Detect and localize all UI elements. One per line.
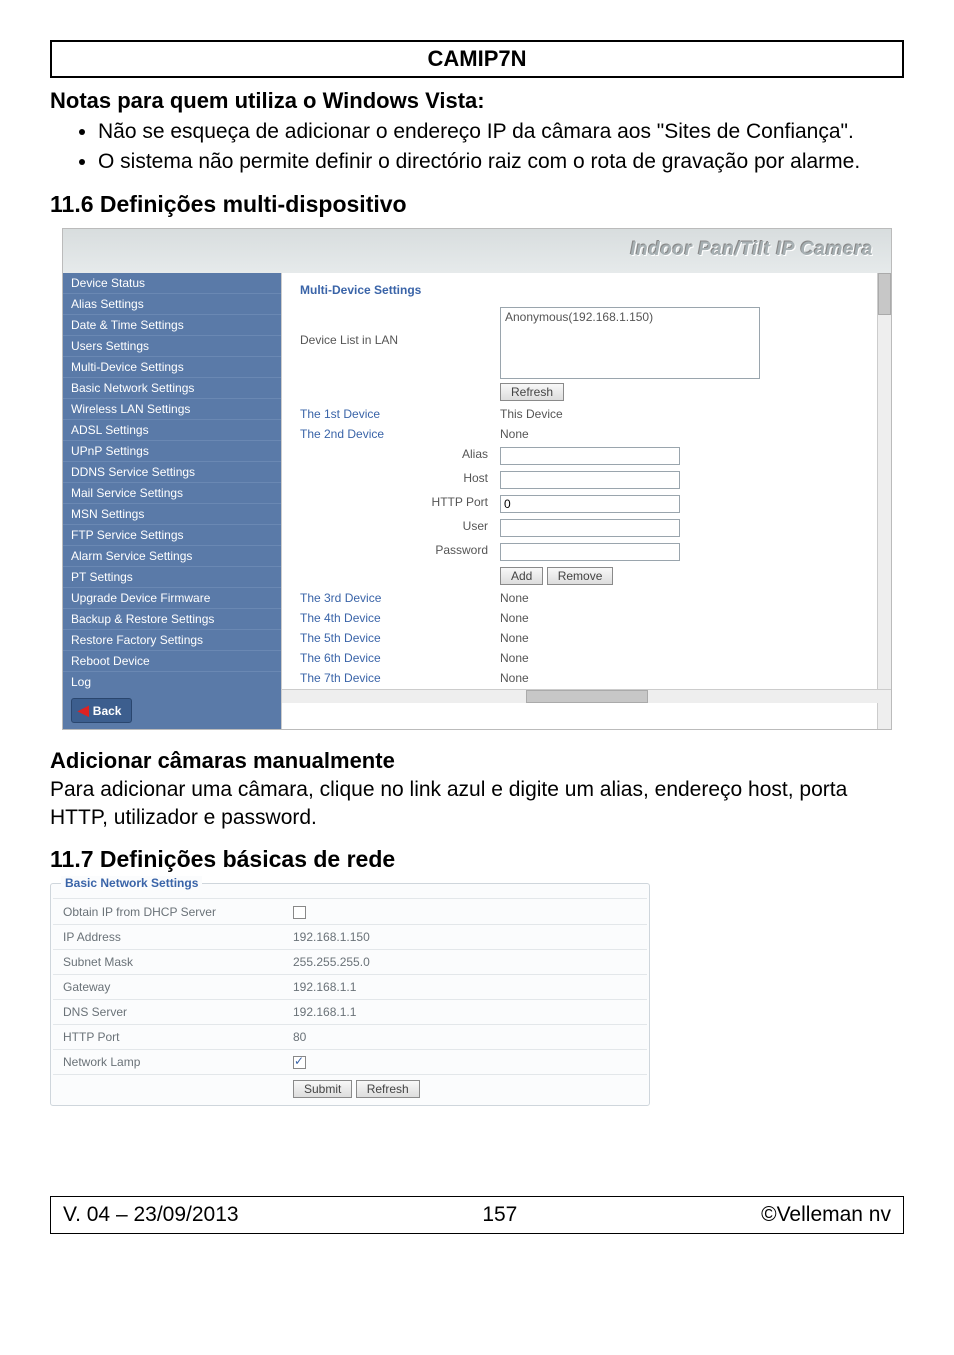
gateway-label: Gateway [53, 974, 283, 999]
lamp-label: Network Lamp [53, 1049, 283, 1074]
panel-title: Multi-Device Settings [296, 279, 877, 305]
dhcp-checkbox[interactable] [293, 906, 306, 919]
lan-list-item[interactable]: Anonymous(192.168.1.150) [505, 310, 653, 324]
multi-device-panel: Multi-Device Settings Device List in LAN… [281, 273, 891, 729]
second-device-value: None [496, 425, 877, 443]
sidebar-item-ddns[interactable]: DDNS Service Settings [63, 461, 281, 482]
sidebar-item-basic-network[interactable]: Basic Network Settings [63, 377, 281, 398]
dns-label: DNS Server [53, 999, 283, 1024]
sidebar-item-alias-settings[interactable]: Alias Settings [63, 293, 281, 314]
first-device-value: This Device [496, 405, 877, 423]
remove-button[interactable]: Remove [547, 567, 614, 585]
user-input[interactable] [500, 519, 680, 537]
page-title-box: CAMIP7N [50, 40, 904, 78]
screenshot-header: Indoor Pan/Tilt IP Camera [63, 229, 891, 273]
section-11-6-heading: 11.6 Definições multi-dispositivo [50, 191, 904, 218]
sidebar-item-wireless-lan[interactable]: Wireless LAN Settings [63, 398, 281, 419]
sixth-device-value: None [496, 649, 877, 667]
back-label: Back [93, 704, 122, 718]
sidebar-item-date-time[interactable]: Date & Time Settings [63, 314, 281, 335]
sidebar-item-upgrade[interactable]: Upgrade Device Firmware [63, 587, 281, 608]
footer-version: V. 04 – 23/09/2013 [63, 1203, 239, 1227]
sidebar-item-adsl[interactable]: ADSL Settings [63, 419, 281, 440]
fourth-device-label[interactable]: The 4th Device [296, 609, 496, 627]
settings-sidebar: Device Status Alias Settings Date & Time… [63, 273, 281, 729]
sidebar-item-restore-factory[interactable]: Restore Factory Settings [63, 629, 281, 650]
multi-device-screenshot: Indoor Pan/Tilt IP Camera Device Status … [62, 228, 892, 730]
gateway-value: 192.168.1.1 [283, 974, 647, 999]
refresh-button-basic[interactable]: Refresh [356, 1080, 420, 1098]
add-button[interactable]: Add [500, 567, 543, 585]
notas-item: O sistema não permite definir o directór… [98, 148, 904, 176]
page-title: CAMIP7N [427, 46, 526, 71]
refresh-button[interactable]: Refresh [500, 383, 564, 401]
footer-page-number: 157 [482, 1203, 517, 1227]
subnet-value: 255.255.255.0 [283, 949, 647, 974]
ip-value: 192.168.1.150 [283, 924, 647, 949]
third-device-label[interactable]: The 3rd Device [296, 589, 496, 607]
notas-list: Não se esqueça de adicionar o endereço I… [50, 118, 904, 177]
manual-text: Para adicionar uma câmara, clique no lin… [50, 776, 904, 833]
brand-text: Indoor Pan/Tilt IP Camera [630, 239, 873, 260]
sidebar-item-msn[interactable]: MSN Settings [63, 503, 281, 524]
user-label: User [296, 517, 496, 535]
httpport-label: HTTP Port [53, 1024, 283, 1049]
submit-button[interactable]: Submit [293, 1080, 352, 1098]
password-input[interactable] [500, 543, 680, 561]
second-device-label[interactable]: The 2nd Device [296, 425, 496, 443]
httpport-input[interactable] [500, 495, 680, 513]
host-label: Host [296, 469, 496, 487]
dns-value: 192.168.1.1 [283, 999, 647, 1024]
sidebar-item-device-status[interactable]: Device Status [63, 273, 281, 293]
host-input[interactable] [500, 471, 680, 489]
alias-label: Alias [296, 445, 496, 463]
sidebar-item-log[interactable]: Log [63, 671, 281, 692]
sixth-device-label[interactable]: The 6th Device [296, 649, 496, 667]
sidebar-item-reboot[interactable]: Reboot Device [63, 650, 281, 671]
dhcp-label: Obtain IP from DHCP Server [53, 899, 283, 924]
back-arrow-icon: ◀ [78, 702, 89, 718]
notas-heading: Notas para quem utiliza o Windows Vista: [50, 88, 904, 114]
sidebar-item-mail[interactable]: Mail Service Settings [63, 482, 281, 503]
sidebar-item-multi-device[interactable]: Multi-Device Settings [63, 356, 281, 377]
horizontal-scrollbar[interactable] [282, 689, 891, 703]
lan-list-label: Device List in LAN [296, 305, 496, 349]
seventh-device-value: None [496, 669, 877, 687]
sidebar-item-backup[interactable]: Backup & Restore Settings [63, 608, 281, 629]
httpport-label: HTTP Port [296, 493, 496, 511]
seventh-device-label[interactable]: The 7th Device [296, 669, 496, 687]
ip-label: IP Address [53, 924, 283, 949]
third-device-value: None [496, 589, 877, 607]
lamp-checkbox[interactable] [293, 1056, 306, 1069]
device-list-lan[interactable]: Anonymous(192.168.1.150) [500, 307, 760, 379]
back-button[interactable]: ◀ Back [63, 692, 281, 729]
subnet-label: Subnet Mask [53, 949, 283, 974]
sidebar-item-ftp[interactable]: FTP Service Settings [63, 524, 281, 545]
fifth-device-label[interactable]: The 5th Device [296, 629, 496, 647]
basic-network-screenshot: Basic Network Settings Obtain IP from DH… [50, 883, 650, 1106]
sidebar-item-pt[interactable]: PT Settings [63, 566, 281, 587]
sidebar-item-alarm[interactable]: Alarm Service Settings [63, 545, 281, 566]
password-label: Password [296, 541, 496, 559]
footer-copyright: ©Velleman nv [761, 1203, 891, 1227]
sidebar-item-upnp[interactable]: UPnP Settings [63, 440, 281, 461]
page-footer: V. 04 – 23/09/2013 157 ©Velleman nv [50, 1196, 904, 1234]
alias-input[interactable] [500, 447, 680, 465]
notas-item: Não se esqueça de adicionar o endereço I… [98, 118, 904, 146]
manual-heading: Adicionar câmaras manualmente [50, 748, 904, 774]
fourth-device-value: None [496, 609, 877, 627]
basic-network-legend: Basic Network Settings [61, 876, 202, 890]
section-11-7-heading: 11.7 Definições básicas de rede [50, 846, 904, 873]
fifth-device-value: None [496, 629, 877, 647]
first-device-label[interactable]: The 1st Device [296, 405, 496, 423]
sidebar-item-users[interactable]: Users Settings [63, 335, 281, 356]
vertical-scrollbar[interactable] [877, 273, 891, 729]
httpport-value: 80 [283, 1024, 647, 1049]
